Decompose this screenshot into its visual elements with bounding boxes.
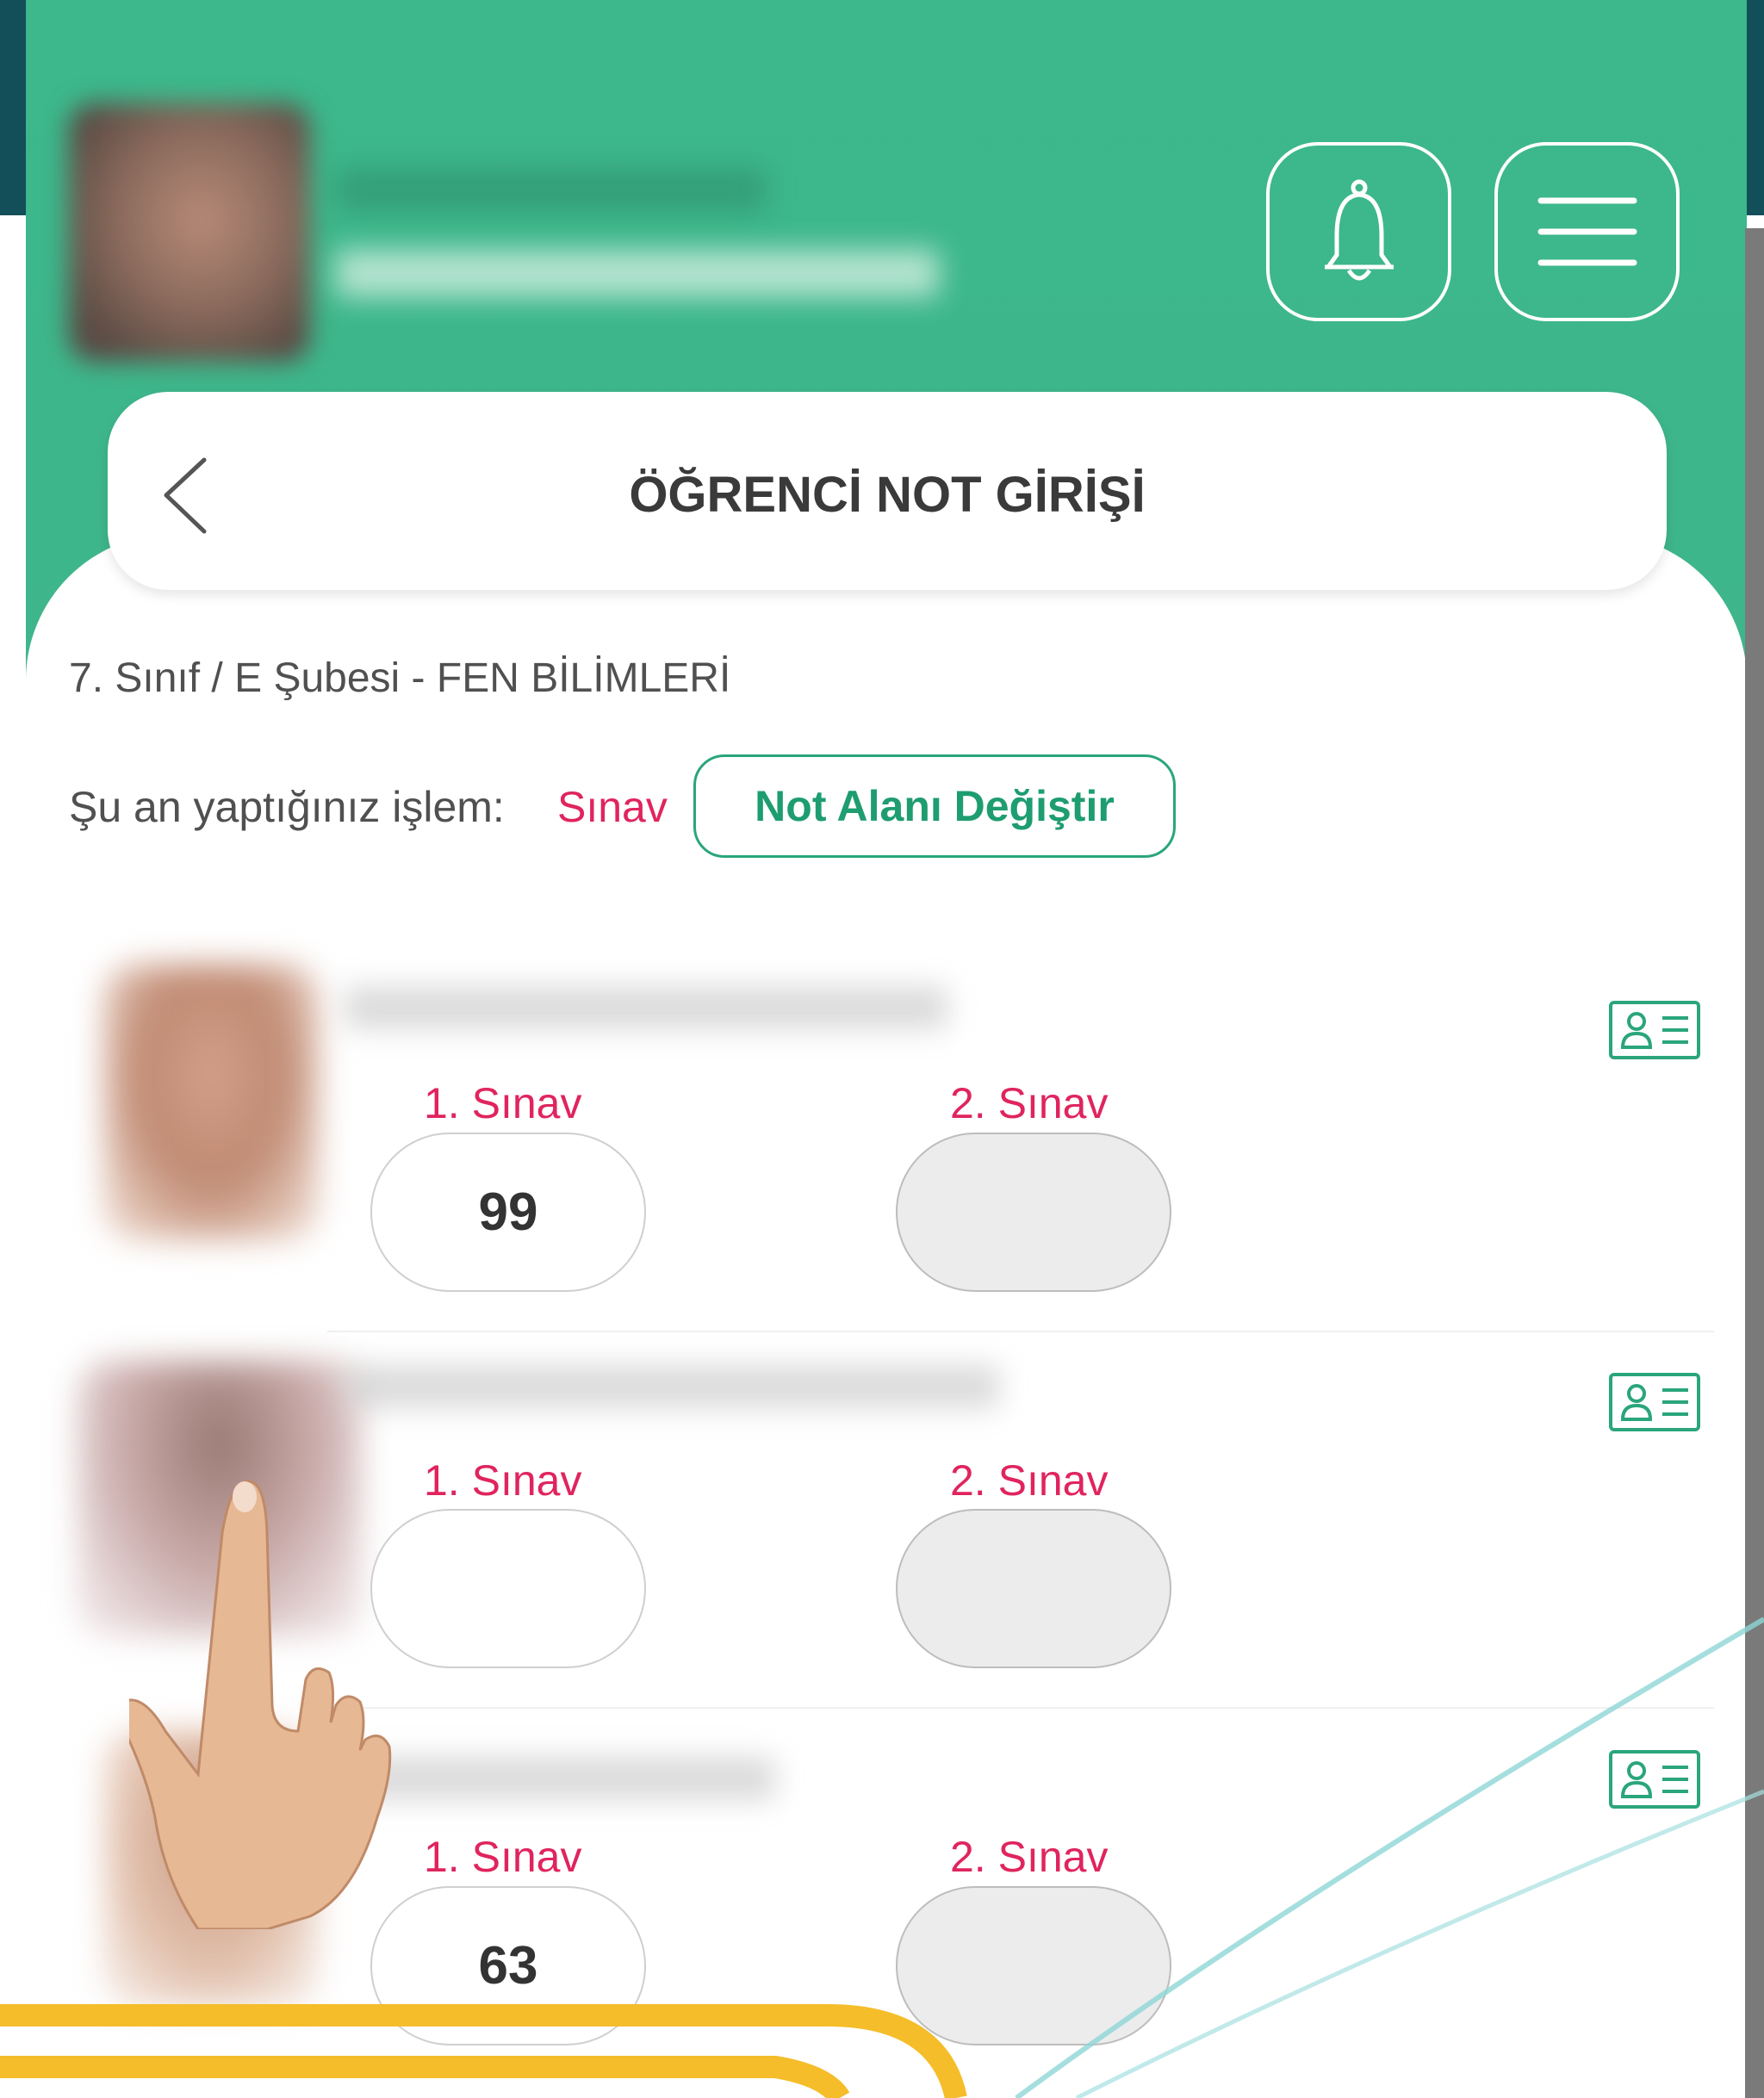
- exam-1-label: 1. Sınav: [424, 1079, 582, 1127]
- exam-2-grade-input[interactable]: [896, 1133, 1171, 1292]
- student-card-icon[interactable]: [1607, 1748, 1702, 1810]
- class-subtitle: 7. Sınıf / E Şubesi - FEN BİLİMLERİ: [69, 655, 731, 701]
- exam-1-label: 1. Sınav: [424, 1833, 582, 1881]
- exam-2-grade-input[interactable]: [896, 1509, 1171, 1668]
- chevron-left-icon: [164, 457, 207, 533]
- student-card-icon[interactable]: [1607, 999, 1702, 1061]
- student-name-blurred: [345, 986, 947, 1029]
- student-photo: [103, 965, 319, 1240]
- scrollbar[interactable]: [1745, 228, 1764, 2098]
- pointing-hand-icon: [129, 1480, 392, 1929]
- menu-button[interactable]: [1494, 142, 1680, 321]
- back-button[interactable]: [155, 452, 215, 538]
- exam-2-grade-input[interactable]: [896, 1886, 1171, 2045]
- teacher-name-blurred: [336, 168, 767, 211]
- exam-2-label: 2. Sınav: [950, 1833, 1109, 1881]
- student-card-icon[interactable]: [1607, 1371, 1702, 1433]
- operation-value: Sınav: [557, 783, 668, 831]
- page-title: ÖĞRENCİ NOT GİRİŞİ: [629, 467, 1146, 523]
- exam-2-label: 2. Sınav: [950, 1456, 1109, 1505]
- hamburger-menu-icon: [1537, 197, 1637, 266]
- row-divider: [327, 1331, 1714, 1332]
- operation-label: Şu an yaptığınız işlem:: [69, 783, 505, 831]
- student-name-blurred: [345, 1365, 999, 1408]
- exam-1-grade-input[interactable]: 99: [370, 1133, 646, 1292]
- change-grade-field-button[interactable]: Not Alanı Değiştir: [693, 754, 1176, 858]
- teacher-avatar: [69, 103, 310, 362]
- phone-screen: ÖĞRENCİ NOT GİRİŞİ 7. Sınıf / E Şubesi -…: [26, 0, 1747, 2098]
- row-divider: [327, 1707, 1714, 1709]
- exam-1-label: 1. Sınav: [424, 1456, 582, 1505]
- notifications-button[interactable]: [1266, 142, 1451, 321]
- bell-icon: [1324, 179, 1394, 281]
- school-name-blurred: [336, 250, 939, 297]
- exam-2-label: 2. Sınav: [950, 1079, 1109, 1127]
